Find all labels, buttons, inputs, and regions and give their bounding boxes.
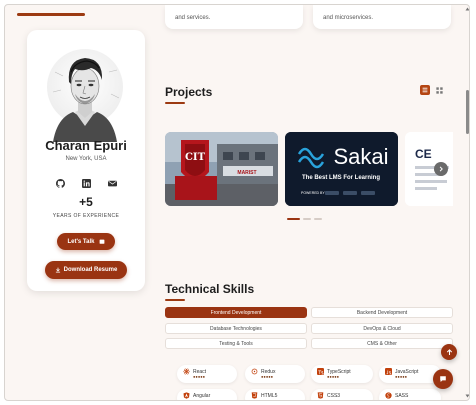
download-resume-button[interactable]: Download Resume (45, 261, 127, 279)
project-sakai-label: Sakai (333, 144, 388, 169)
project-ce-label: CE (415, 147, 432, 161)
email-icon[interactable] (107, 178, 117, 188)
carousel-next-button[interactable] (434, 162, 448, 176)
projects-title-underline (165, 102, 185, 104)
project-cit-sign: MARIST (237, 170, 256, 176)
list-view-icon (422, 87, 428, 93)
project-image-sakai: Sakai The Best LMS For Learning POWERED … (285, 132, 398, 206)
skill-chip-javascript[interactable]: JavaScript ●●●●● (379, 365, 441, 383)
service-card-left: and services. (165, 5, 303, 29)
skill-rating: ●●●●● (193, 374, 206, 379)
angular-icon (183, 392, 190, 399)
page-scrollbar[interactable] (464, 5, 470, 400)
css3-icon (317, 392, 324, 399)
download-resume-label: Download Resume (63, 267, 118, 273)
scroll-to-top-button[interactable] (441, 344, 457, 360)
grid-view-button[interactable] (434, 85, 444, 95)
header-accent-line (17, 13, 85, 16)
tab-devops-cloud[interactable]: DevOps & Cloud (311, 323, 453, 334)
skill-rating: ●●●●● (327, 374, 340, 379)
typescript-icon (317, 368, 324, 375)
tab-backend-development[interactable]: Backend Development (311, 307, 453, 318)
sass-icon (385, 392, 392, 399)
project-sakai-tagline: The Best LMS For Learning (302, 175, 380, 181)
tab-frontend-development[interactable]: Frontend Development (165, 307, 307, 318)
skill-chip-react[interactable]: React ●●●●● (177, 365, 237, 383)
lets-talk-button[interactable]: Let's Talk (57, 233, 115, 250)
browser-viewport: and services. and microservices. Charan … (4, 4, 470, 401)
project-image-cit: CIT MARIST (165, 132, 278, 206)
projects-view-toggle (420, 85, 444, 95)
scrollbar-thumb[interactable] (466, 90, 469, 134)
tab-testing-tools[interactable]: Testing & Tools (165, 338, 307, 349)
chat-fab-button[interactable] (433, 369, 453, 389)
skill-name: CSS3 (327, 392, 341, 399)
redux-icon (251, 368, 258, 375)
javascript-icon (385, 368, 392, 375)
lets-talk-label: Let's Talk (67, 238, 95, 245)
linkedin-icon[interactable] (81, 178, 91, 188)
skill-chip-angular[interactable]: Angular (177, 389, 237, 400)
skill-rating: ●●●●● (395, 374, 408, 379)
skill-chip-css3[interactable]: CSS3 (311, 389, 373, 400)
download-icon (55, 267, 60, 273)
skill-name: HTML5 (261, 392, 278, 399)
arrow-up-icon (446, 348, 452, 355)
project-sakai-footer: POWERED BY (301, 191, 325, 195)
chevron-right-icon (439, 166, 443, 172)
experience-number: +5 (79, 195, 93, 209)
chat-icon (99, 239, 104, 244)
skill-name: Angular (193, 392, 211, 399)
experience-label: YEARS OF EXPERIENCE (52, 213, 120, 219)
carousel-dot[interactable] (303, 218, 311, 220)
service-card-right: and microservices. (313, 5, 451, 29)
project-card-cit[interactable]: CIT MARIST (165, 132, 278, 206)
list-view-button[interactable] (420, 85, 430, 95)
project-cit-label: CIT (185, 152, 206, 163)
profile-card: Charan Epuri New York, USA +5 YEARS OF E… (27, 30, 145, 291)
project-card-sakai[interactable]: Sakai The Best LMS For Learning POWERED … (285, 132, 398, 206)
carousel-dot[interactable] (314, 218, 322, 220)
profile-location: New York, USA (65, 156, 107, 162)
tab-cms-other[interactable]: CMS & Other (311, 338, 453, 349)
skill-chip-sass[interactable]: SASS (379, 389, 441, 400)
service-card-right-text: and microservices. (323, 15, 374, 21)
carousel-pagination (287, 218, 322, 220)
skill-chip-html5[interactable]: HTML5 (245, 389, 305, 400)
avatar (45, 42, 125, 142)
scroll-up-arrow-icon[interactable] (465, 7, 470, 11)
carousel-dot-active[interactable] (287, 218, 300, 220)
skills-title: Technical Skills (165, 282, 255, 296)
chat-bubble-icon (440, 376, 446, 382)
scroll-down-arrow-icon[interactable] (465, 394, 470, 398)
github-icon[interactable] (55, 178, 65, 188)
html5-icon (251, 392, 258, 399)
react-icon (183, 368, 190, 375)
service-card-left-text: and services. (175, 15, 211, 21)
projects-carousel: CIT MARIST Sakai The Best LMS For Learni… (165, 132, 453, 206)
tab-database-technologies[interactable]: Database Technologies (165, 323, 307, 334)
skill-rating: ●●●●● (261, 374, 274, 379)
profile-name: Charan Epuri (45, 138, 127, 153)
grid-view-icon (435, 86, 443, 94)
skill-chip-redux[interactable]: Redux ●●●●● (245, 365, 305, 383)
skills-title-underline (165, 299, 185, 301)
skill-chip-typescript[interactable]: TypeScript ●●●●● (311, 365, 373, 383)
projects-title: Projects (165, 85, 213, 99)
social-links (55, 177, 117, 189)
skill-name: SASS (395, 392, 409, 399)
